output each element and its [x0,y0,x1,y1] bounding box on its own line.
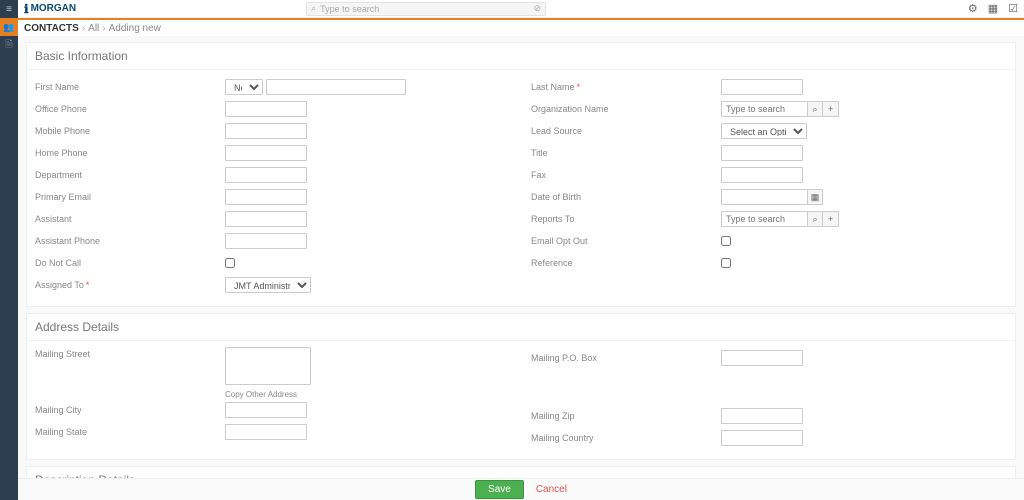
mobile-phone-input[interactable] [225,123,307,139]
sidebar [0,0,18,500]
label-assigned-to: Assigned To* [35,280,225,290]
section-address: Address Details Mailing Street Copy Othe… [26,313,1016,460]
label-assistant-phone: Assistant Phone [35,236,225,246]
search-icon: ⌕ [311,3,316,14]
first-name-input[interactable] [266,79,406,95]
salutation-select[interactable]: None [225,79,263,95]
dob-input[interactable] [721,189,807,205]
primary-email-input[interactable] [225,189,307,205]
label-first-name: First Name [35,82,225,92]
section-description: Description Details Description [26,466,1016,478]
label-mailing-pobox: Mailing P.O. Box [531,353,721,363]
section-description-title: Description Details [27,467,1015,478]
org-search-button[interactable]: ⌕ [807,101,823,117]
check-icon[interactable]: ☑ [1008,2,1018,15]
mailing-city-input[interactable] [225,402,307,418]
menu-toggle[interactable] [0,0,18,18]
email-opt-out-checkbox[interactable] [721,236,731,246]
label-lead-source: Lead Source [531,126,721,136]
cancel-button[interactable]: Cancel [536,484,567,495]
topbar: ℹ MORGAN ⌕ Type to search ⊘ ⚙ ▦ ☑ [18,0,1024,18]
section-address-title: Address Details [27,314,1015,341]
label-assistant: Assistant [35,214,225,224]
breadcrumb-l2: Adding new [109,23,161,34]
fax-input[interactable] [721,167,803,183]
form-footer: Save Cancel [18,478,1024,500]
label-title: Title [531,148,721,158]
gear-icon[interactable]: ⚙ [968,2,978,15]
breadcrumb-module[interactable]: CONTACTS [24,23,79,34]
mailing-street-input[interactable] [225,347,311,385]
section-basic: Basic Information First Name None Office… [26,42,1016,307]
mailing-pobox-input[interactable] [721,350,803,366]
label-do-not-call: Do Not Call [35,258,225,268]
organization-input[interactable] [721,101,807,117]
section-basic-title: Basic Information [27,43,1015,70]
reports-to-input[interactable] [721,211,807,227]
last-name-input[interactable] [721,79,803,95]
title-input[interactable] [721,145,803,161]
mailing-country-input[interactable] [721,430,803,446]
calendar-icon[interactable]: ▦ [988,2,998,15]
home-phone-input[interactable] [225,145,307,161]
org-add-button[interactable]: + [823,101,839,117]
brand-text: MORGAN [31,3,77,14]
assigned-to-select[interactable]: JMT Administrator [225,277,311,293]
reference-checkbox[interactable] [721,258,731,268]
breadcrumb-l1[interactable]: All [88,23,99,34]
label-mailing-city: Mailing City [35,405,225,415]
reports-search-button[interactable]: ⌕ [807,211,823,227]
label-mobile-phone: Mobile Phone [35,126,225,136]
label-dob: Date of Birth [531,192,721,202]
label-organization: Organization Name [531,104,721,114]
save-button[interactable]: Save [475,480,524,499]
reports-add-button[interactable]: + [823,211,839,227]
label-department: Department [35,170,225,180]
do-not-call-checkbox[interactable] [225,258,235,268]
search-clear-icon[interactable]: ⊘ [534,3,542,14]
copy-other-address-link[interactable]: Copy Other Address [225,390,297,399]
label-last-name: Last Name* [531,82,721,92]
search-placeholder: Type to search [320,4,379,14]
mailing-state-input[interactable] [225,424,307,440]
label-mailing-country: Mailing Country [531,433,721,443]
assistant-phone-input[interactable] [225,233,307,249]
brand-logo: ℹ MORGAN [24,2,76,16]
label-mailing-state: Mailing State [35,427,225,437]
reports-to-combo: ⌕ + [721,211,839,227]
label-home-phone: Home Phone [35,148,225,158]
assistant-input[interactable] [225,211,307,227]
sidebar-item-documents[interactable] [0,36,18,54]
form-content: Basic Information First Name None Office… [18,36,1024,478]
lead-source-select[interactable]: Select an Option [721,123,807,139]
department-input[interactable] [225,167,307,183]
office-phone-input[interactable] [225,101,307,117]
organization-combo: ⌕ + [721,101,839,117]
label-primary-email: Primary Email [35,192,225,202]
label-reference: Reference [531,258,721,268]
mailing-zip-input[interactable] [721,408,803,424]
sidebar-item-contacts[interactable] [0,18,18,36]
calendar-picker-icon[interactable]: ▦ [807,189,823,205]
label-mailing-street: Mailing Street [35,347,225,359]
global-search[interactable]: ⌕ Type to search ⊘ [306,2,546,16]
label-office-phone: Office Phone [35,104,225,114]
breadcrumb: CONTACTS › All › Adding new [18,18,1024,36]
label-fax: Fax [531,170,721,180]
label-reports-to: Reports To [531,214,721,224]
label-mailing-zip: Mailing Zip [531,411,721,421]
brand-mark-icon: ℹ [24,2,29,16]
label-email-opt-out: Email Opt Out [531,236,721,246]
